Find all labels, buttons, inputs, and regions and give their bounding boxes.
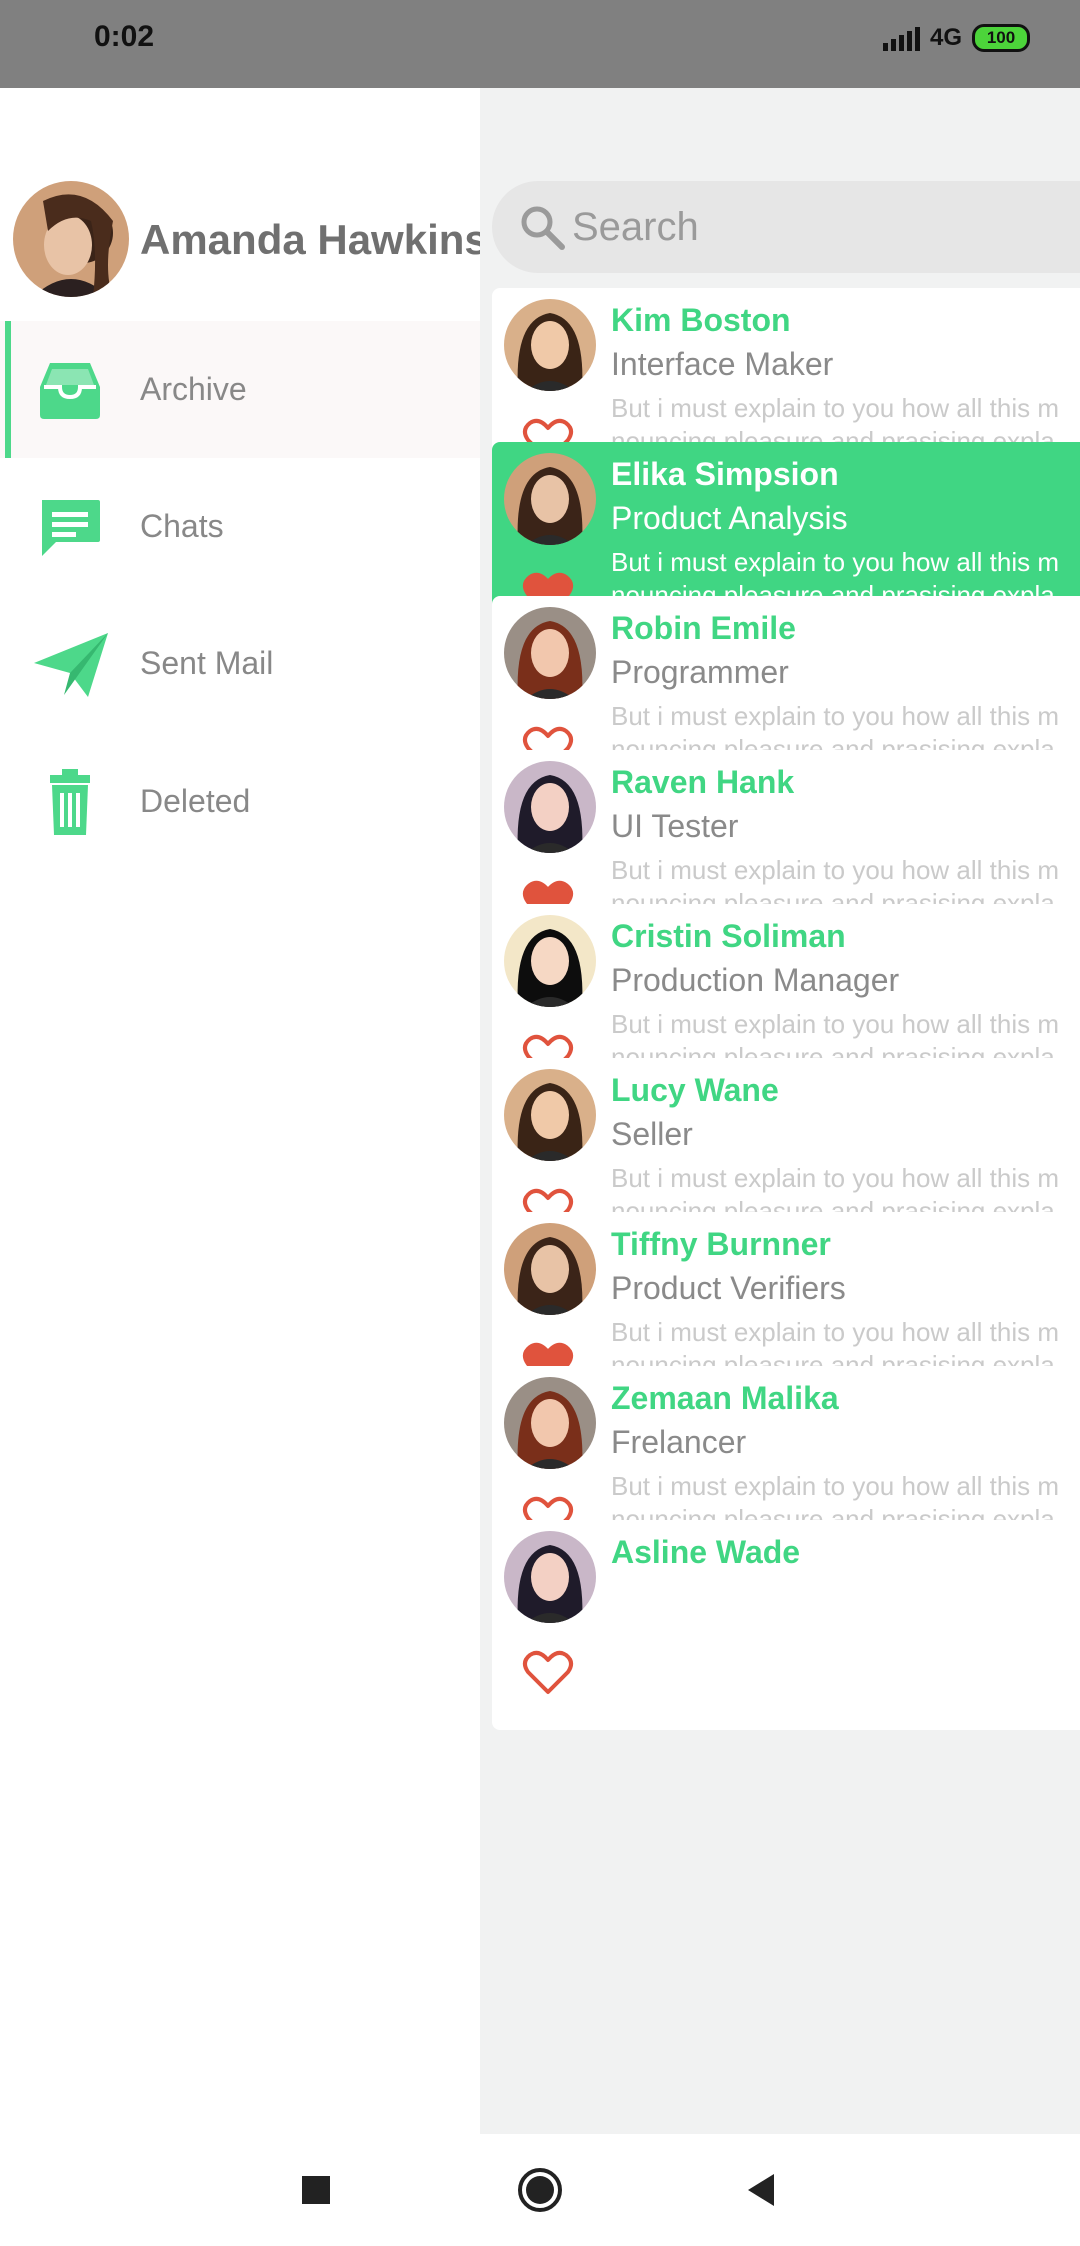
avatar [504, 1531, 596, 1623]
contact-role: Product Analysis [611, 500, 848, 536]
message-list-panel: Search Kim Boston Interface Maker But i mu… [480, 88, 1080, 2134]
message-preview-line: But i must explain to you how all this m [611, 701, 1059, 731]
avatar [504, 761, 596, 853]
avatar [504, 915, 596, 1007]
battery-level: 100 [986, 28, 1016, 47]
back-button[interactable] [738, 2164, 790, 2216]
message-preview-line: But i must explain to you how all this m [611, 855, 1059, 885]
contact-role: Interface Maker [611, 346, 834, 382]
message-preview-line: But i must explain to you how all this m [611, 1317, 1059, 1347]
message-preview-line: But i must explain to you how all this m [611, 547, 1059, 577]
search-input[interactable]: Search [572, 205, 699, 250]
nav-item-sent-mail[interactable]: Sent Mail [0, 595, 480, 732]
nav-item-chats[interactable]: Chats [0, 458, 480, 595]
status-time: 0:02 [94, 20, 155, 53]
contact-name: Asline Wade [611, 1534, 801, 1570]
message-preview-line: But i must explain to you how all this m [611, 1471, 1059, 1501]
archive-icon [40, 363, 100, 419]
battery-icon: 100 [972, 24, 1030, 52]
message-card[interactable]: Asline Wade [492, 1520, 1080, 1730]
contact-name: Lucy Wane [611, 1072, 779, 1108]
contact-role: Programmer [611, 654, 789, 690]
nav-label-archive: Archive [140, 371, 247, 407]
search-bar[interactable]: Search [492, 181, 1080, 273]
avatar [504, 1223, 596, 1315]
contact-role: UI Tester [611, 808, 739, 844]
user-name: Amanda Hawkins [140, 216, 488, 263]
contact-name: Raven Hank [611, 764, 795, 800]
contact-name: Robin Emile [611, 610, 796, 646]
status-icons: 4G 100 [882, 24, 1030, 52]
contact-name: Elika Simpsion [611, 456, 839, 492]
contact-role: Frelancer [611, 1424, 747, 1460]
nav-label-chats: Chats [140, 508, 224, 544]
contact-role: Seller [611, 1116, 693, 1152]
message-preview-line: But i must explain to you how all this m [611, 1163, 1059, 1193]
avatar [504, 1377, 596, 1469]
navigation-drawer: Amanda Hawkins Archive Chats Sent Mail D… [0, 88, 488, 2134]
nav-label-deleted: Deleted [140, 783, 251, 819]
contact-name: Cristin Soliman [611, 918, 846, 954]
avatar[interactable] [13, 181, 129, 297]
signal-icon [882, 25, 920, 51]
contact-name: Tiffny Burnner [611, 1226, 831, 1262]
search-icon [521, 206, 565, 250]
contact-name: Zemaan Malika [611, 1380, 839, 1416]
message-preview-line: But i must explain to you how all this m [611, 1009, 1059, 1039]
message-preview-line: But i must explain to you how all this m [611, 393, 1059, 423]
nav-label-sent-mail: Sent Mail [140, 645, 274, 681]
home-button[interactable] [514, 2164, 566, 2216]
avatar [504, 453, 596, 545]
status-bar: 0:02 4G 100 [0, 0, 1080, 88]
network-type: 4G [929, 24, 962, 51]
chat-icon [42, 500, 100, 556]
contact-name: Kim Boston [611, 302, 791, 338]
avatar [504, 1069, 596, 1161]
avatar [504, 299, 596, 391]
nav-item-deleted[interactable]: Deleted [0, 733, 480, 870]
send-icon [34, 633, 108, 697]
contact-role: Production Manager [611, 962, 900, 998]
recent-apps-button[interactable] [290, 2164, 342, 2216]
nav-item-archive[interactable]: Archive [0, 321, 480, 458]
contact-role: Product Verifiers [611, 1270, 846, 1306]
avatar [504, 607, 596, 699]
trash-icon [50, 769, 90, 835]
system-navigation-bar [0, 2134, 1080, 2246]
heart-icon[interactable] [522, 1650, 574, 1696]
